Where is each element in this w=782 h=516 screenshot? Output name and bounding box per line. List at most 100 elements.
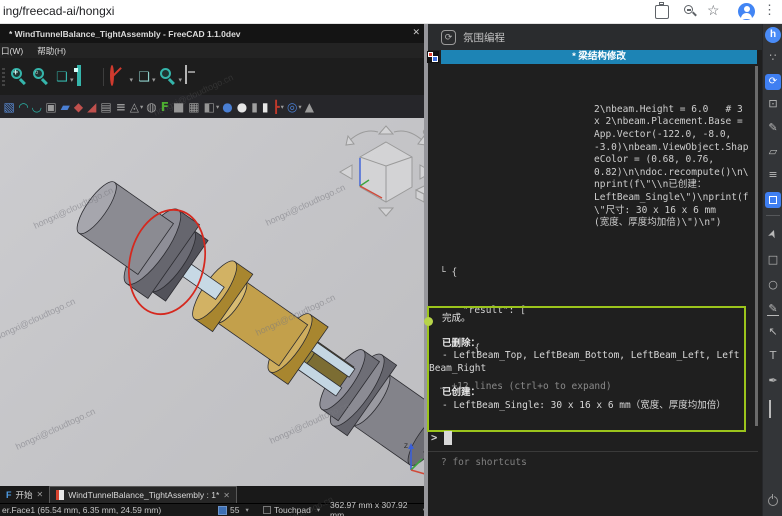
part-tool-icon[interactable]: ◡ (32, 100, 42, 114)
part-tool-icon[interactable]: ◎ ▾ (287, 100, 302, 114)
freecad-window: * WindTunnelBalance_TightAssembly - Free… (0, 24, 426, 516)
chevron-down-icon[interactable]: ▾ (130, 76, 134, 84)
shortcuts-hint: ? for shortcuts (441, 457, 527, 468)
part-tool-icon[interactable]: ▮ (262, 100, 270, 114)
isometric-view-icon[interactable]: ❑ (54, 67, 70, 87)
tab-document[interactable]: WindTunnelBalance_TightAssembly : 1* ✕ (49, 486, 237, 503)
zoom-out-icon[interactable] (684, 5, 698, 19)
chevron-down-icon: ▾ (281, 103, 284, 111)
vibe-coding-icon[interactable]: ⟳ (765, 74, 781, 90)
power-icon[interactable] (768, 496, 778, 506)
navigation-style-dropdown[interactable]: Touchpad ▾ (263, 505, 320, 515)
part-tool-icon[interactable]: F (161, 100, 170, 114)
rectangle-tool-icon[interactable]: □ (763, 254, 782, 266)
navcube-rotate-right-arrow (394, 131, 422, 140)
part-tool-icon[interactable]: ◧ ▾ (204, 100, 220, 114)
window-close-icon[interactable]: ✕ (412, 27, 420, 38)
code-line: \"尺寸: 30 x 16 x 6 mm (594, 205, 748, 218)
completion-status: 完成。 (429, 313, 740, 326)
zoom-in-icon[interactable]: + (10, 67, 30, 87)
axis-z-label: Z (404, 443, 408, 450)
text-tool-icon[interactable]: T (763, 350, 782, 362)
fit-selection-icon[interactable] (77, 65, 81, 86)
bookmark-star-icon[interactable]: ☆ (707, 2, 720, 19)
edit-note-icon[interactable]: ✎ (763, 122, 782, 134)
part-tool-icon[interactable]: ▤ (100, 100, 112, 114)
view-size-dropdown[interactable]: 362.97 mm x 307.92 mm ▾ (330, 500, 426, 516)
user-avatar[interactable]: h (765, 27, 781, 43)
session-list-icon[interactable]: ≡ (763, 169, 782, 181)
share-icon[interactable]: ∵ (763, 52, 782, 64)
cursor-tool-icon[interactable]: ➤ (764, 223, 782, 246)
navcube-up-arrow (379, 126, 393, 134)
clipping-plane-icon[interactable] (110, 65, 114, 86)
code-line: (宽度、厚度均加倍)\")\n") (594, 217, 748, 230)
side-toolbar: h ∵ ⟳ ⊡ ✎ ▱ ≡ ➤ □ ○ ✎ ↖ T ✒ (762, 24, 782, 516)
zoom-tools-icon[interactable] (159, 67, 179, 87)
panel-scrollbar[interactable] (755, 66, 758, 426)
vibe-logo-icon: ⟳ (441, 30, 456, 45)
part-tool-icon[interactable]: ▧ (4, 100, 16, 114)
part-tool-icon[interactable]: ▦ (188, 100, 200, 114)
divider (766, 215, 780, 216)
save-page-icon[interactable] (655, 5, 669, 19)
task-title-bar: * 梁结构修改 (441, 50, 757, 64)
statusbar: er.Face1 (65.54 mm, 6.35 mm, 24.59 mm) 5… (0, 503, 426, 516)
measure-icon[interactable] (185, 65, 187, 84)
menu-window[interactable]: 口(W) (1, 45, 23, 57)
browser-profile-avatar[interactable] (738, 3, 755, 20)
part-tool-icon[interactable]: ▣ (45, 100, 57, 114)
terminal-prompt[interactable]: > (431, 431, 452, 445)
part-tool-icon[interactable]: ┣ ▾ (272, 100, 284, 114)
arrow-tool-icon[interactable]: ↖ (763, 326, 782, 338)
chevron-down-icon: ▾ (245, 506, 248, 514)
part-tool-icon[interactable]: ▮ (251, 100, 259, 114)
view-toolbar: + ▫ ❑ ▾ ▾ ❑ ▾ ▾ (0, 58, 426, 95)
start-page-icon: F (6, 490, 12, 500)
trash-icon[interactable] (768, 400, 778, 418)
chevron-down-icon[interactable]: ▾ (179, 76, 183, 84)
part-tool-icon[interactable]: ◬ ▾ (130, 100, 144, 114)
tab-close-icon[interactable]: ✕ (37, 490, 44, 499)
result-line: └ { (440, 267, 612, 280)
part-tool-icon[interactable]: ◢ (87, 100, 97, 114)
part-tool-icon[interactable]: ▲ (305, 100, 315, 114)
part-tool-icon[interactable]: ◆ (74, 100, 84, 114)
render-quality-dropdown[interactable]: 55 ▾ (218, 505, 249, 515)
chevron-down-icon[interactable]: ▾ (152, 76, 156, 84)
folder-icon[interactable]: ▱ (763, 146, 782, 158)
deleted-label: 已删除： (429, 338, 740, 351)
navcube-left-arrow (340, 165, 352, 179)
draw-tool-icon[interactable]: ✎ (767, 303, 779, 316)
part-tool-icon[interactable]: ◍ (146, 100, 157, 114)
part-tool-icon[interactable]: ◠ (19, 100, 29, 114)
3d-viewport[interactable]: Z Y X hongxi@cloudtogo.cn hongxi@cloudto… (0, 118, 433, 486)
checkbox-icon (263, 506, 271, 514)
eyedropper-icon[interactable]: ✒ (763, 375, 782, 387)
part-tool-icon[interactable]: ■ (173, 100, 185, 114)
freecad-titlebar[interactable]: * WindTunnelBalance_TightAssembly - Free… (0, 24, 426, 43)
zoom-box-icon[interactable]: ▫ (32, 67, 52, 87)
menu-help[interactable]: 帮助(H) (37, 45, 66, 57)
navigation-cube[interactable] (336, 124, 433, 224)
created-label: 已创建： (429, 387, 740, 400)
screenshot-icon[interactable] (765, 192, 781, 208)
code-line: LeftBeam_Single\")\nprint(f (594, 192, 748, 205)
part-tool-icon[interactable]: ≡ (116, 100, 127, 114)
tab-start[interactable]: F 开始 ✕ (0, 486, 49, 503)
part-tool-icon[interactable]: ▰ (61, 100, 71, 114)
freecad-menubar: 口(W) 帮助(H) (0, 43, 426, 58)
divider (428, 451, 758, 452)
tab-close-icon[interactable]: ✕ (223, 491, 230, 500)
browser-menu-icon[interactable]: ⋮ (763, 2, 776, 18)
code-line: nprint(f\"\\n已创建： (594, 179, 748, 192)
toolbar-grip[interactable] (2, 68, 5, 86)
circle-tool-icon[interactable]: ○ (763, 279, 782, 291)
chevron-down-icon[interactable]: ▾ (70, 76, 74, 84)
part-tool-icon[interactable]: ● (222, 100, 233, 114)
draw-style-icon[interactable]: ❑ (136, 67, 152, 87)
robot-icon[interactable]: ⊡ (763, 98, 782, 110)
prompt-char: > (431, 432, 437, 444)
part-tool-icon[interactable]: ● (237, 100, 248, 114)
completion-bullet-icon (424, 317, 433, 326)
